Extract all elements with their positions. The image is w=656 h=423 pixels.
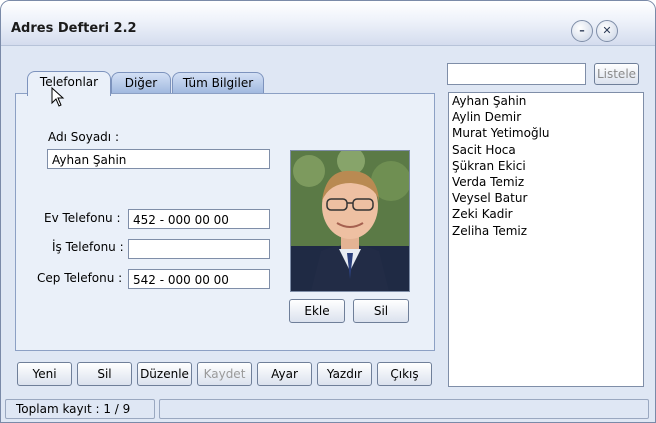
list-item[interactable]: Verda Temiz <box>449 174 643 190</box>
mouse-cursor-icon <box>51 87 65 107</box>
window-title: Adres Defteri 2.2 <box>11 21 137 36</box>
list-item[interactable]: Aylin Demir <box>449 109 643 125</box>
list-item[interactable]: Ayhan Şahin <box>449 93 643 109</box>
mobile-phone-label: Cep Telefonu : <box>37 271 123 285</box>
contact-list[interactable]: Ayhan Şahin Aylin Demir Murat Yetimoğlu … <box>448 92 644 387</box>
edit-button[interactable]: Düzenle <box>137 362 192 386</box>
name-field[interactable]: Ayhan Şahin <box>47 149 270 169</box>
save-button[interactable]: Kaydet <box>197 362 252 386</box>
contact-photo <box>290 150 410 292</box>
print-button[interactable]: Yazdır <box>317 362 372 386</box>
tab-telefonlar[interactable]: Telefonlar <box>27 71 111 96</box>
list-button[interactable]: Listele <box>594 63 639 85</box>
app-window: Adres Defteri 2.2 – ✕ Telefonlar Diğer T… <box>0 0 656 423</box>
record-count-status: Toplam kayıt : 1 / 9 <box>5 399 155 419</box>
tab-diger[interactable]: Diğer <box>111 72 171 94</box>
list-item[interactable]: Sacit Hoca <box>449 142 643 158</box>
work-phone-field[interactable] <box>128 239 270 259</box>
home-phone-field[interactable]: 452 - 000 00 00 <box>128 209 270 229</box>
close-button[interactable]: ✕ <box>596 20 618 42</box>
status-extra <box>159 399 649 419</box>
exit-button[interactable]: Çıkış <box>377 362 432 386</box>
work-phone-label: İş Telefonu : <box>52 240 124 254</box>
person-photo-icon <box>291 151 409 291</box>
minimize-button[interactable]: – <box>571 20 593 42</box>
home-phone-label: Ev Telefonu : <box>44 211 121 225</box>
list-item[interactable]: Şükran Ekici <box>449 158 643 174</box>
delete-button[interactable]: Sil <box>77 362 132 386</box>
list-item[interactable]: Veysel Batur <box>449 190 643 206</box>
status-bar: Toplam kayıt : 1 / 9 <box>5 399 649 419</box>
search-input[interactable] <box>447 63 586 85</box>
new-button[interactable]: Yeni <box>17 362 72 386</box>
tab-tum-bilgiler[interactable]: Tüm Bilgiler <box>172 72 264 94</box>
title-bar[interactable]: Adres Defteri 2.2 – ✕ <box>1 1 655 46</box>
list-item[interactable]: Murat Yetimoğlu <box>449 125 643 141</box>
list-item[interactable]: Zeki Kadir <box>449 206 643 222</box>
list-item[interactable]: Zeliha Temiz <box>449 223 643 239</box>
delete-photo-button[interactable]: Sil <box>353 299 409 323</box>
name-label: Adı Soyadı : <box>48 130 119 144</box>
add-photo-button[interactable]: Ekle <box>289 299 345 323</box>
settings-button[interactable]: Ayar <box>257 362 312 386</box>
mobile-phone-field[interactable]: 542 - 000 00 00 <box>128 269 270 289</box>
